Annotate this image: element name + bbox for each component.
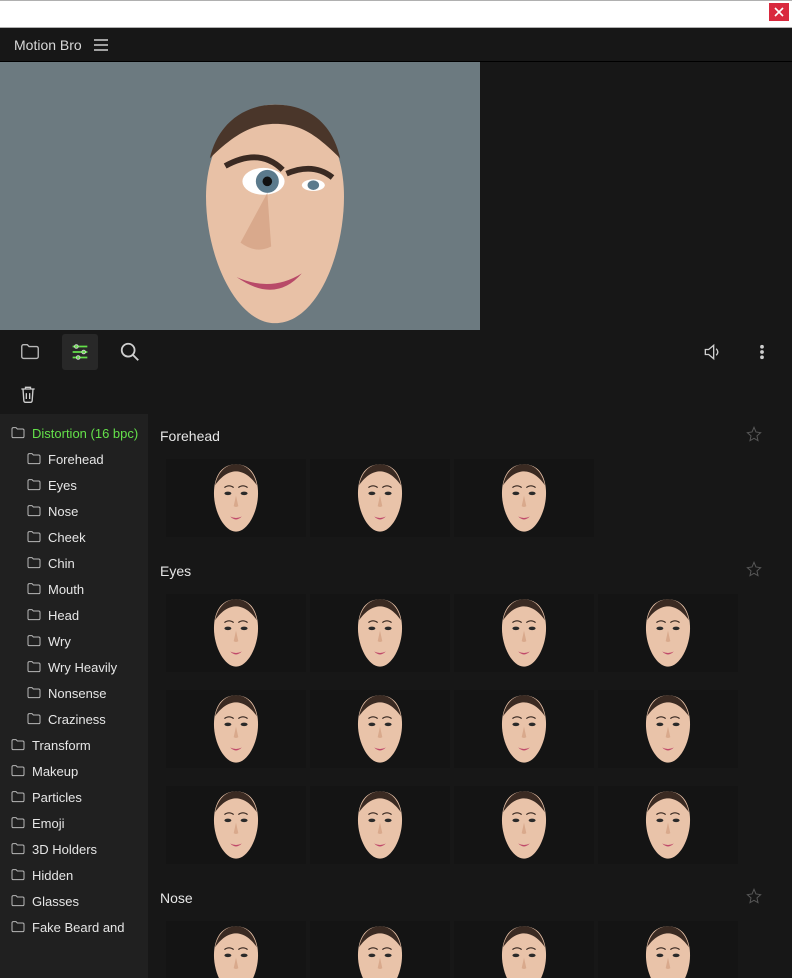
sidebar-item-label: Chin [48,556,75,571]
sidebar-sub-wry-heavily[interactable]: Wry Heavily [0,654,148,680]
preset-thumb[interactable] [598,690,738,768]
more-button[interactable] [744,334,780,370]
filters-button[interactable] [62,334,98,370]
preset-thumb[interactable] [166,594,306,672]
section-eyes: Eyes [148,553,774,870]
preview-face-image [160,97,390,327]
sidebar-item-label: Fake Beard and [32,920,125,935]
sidebar-sub-forehead[interactable]: Forehead [0,446,148,472]
preset-thumb[interactable] [598,594,738,672]
favorite-icon[interactable] [746,561,762,580]
trash-button[interactable] [14,380,42,408]
preset-thumb[interactable] [598,921,738,978]
preset-thumb[interactable] [454,459,594,537]
preset-thumb[interactable] [454,594,594,672]
preset-thumb[interactable] [166,786,306,864]
preset-thumb[interactable] [454,921,594,978]
section-header: Nose [148,880,774,915]
content-area: Forehead Eyes Nose [148,414,792,978]
sidebar-item-label: Nonsense [48,686,107,701]
preset-thumb[interactable] [310,459,450,537]
sidebar-sub-eyes[interactable]: Eyes [0,472,148,498]
section-title: Nose [160,890,746,906]
sidebar-sub-wry[interactable]: Wry [0,628,148,654]
sidebar-item-label: Makeup [32,764,78,779]
sidebar-pack-hidden[interactable]: Hidden [0,862,148,888]
sidebar-pack-fake-beard-and[interactable]: Fake Beard and [0,914,148,940]
sidebar-sub-chin[interactable]: Chin [0,550,148,576]
preview-area [0,62,480,330]
preset-thumb[interactable] [166,459,306,537]
section-nose: Nose [148,880,774,978]
window-chrome [0,0,792,28]
sidebar-sub-nose[interactable]: Nose [0,498,148,524]
sidebar-item-label: Cheek [48,530,86,545]
preset-thumb[interactable] [166,690,306,768]
preset-thumb[interactable] [454,786,594,864]
close-button[interactable] [769,3,789,21]
section-title: Eyes [160,563,746,579]
sidebar-sub-mouth[interactable]: Mouth [0,576,148,602]
sidebar-pack-makeup[interactable]: Makeup [0,758,148,784]
search-button[interactable] [112,334,148,370]
browse-button[interactable] [12,334,48,370]
sidebar-sub-nonsense[interactable]: Nonsense [0,680,148,706]
sidebar-item-label: Wry [48,634,71,649]
section-title: Forehead [160,428,746,444]
sidebar-item-label: 3D Holders [32,842,97,857]
sound-button[interactable] [694,334,730,370]
sidebar-item-label: Hidden [32,868,73,883]
panel-header: Motion Bro [0,28,792,62]
sidebar-pack-emoji[interactable]: Emoji [0,810,148,836]
sidebar-pack-transform[interactable]: Transform [0,732,148,758]
section-header: Eyes [148,553,774,588]
preset-thumb[interactable] [310,921,450,978]
sidebar-item-label: Transform [32,738,91,753]
sidebar-item-label: Mouth [48,582,84,597]
sidebar-item-label: Eyes [48,478,77,493]
preset-thumb[interactable] [310,690,450,768]
sidebar-item-label: Emoji [32,816,65,831]
sidebar-item-label: Head [48,608,79,623]
panel-menu-icon[interactable] [94,39,108,51]
sidebar-root-distortion[interactable]: Distortion (16 bpc) [0,420,148,446]
toolbar [0,330,792,374]
preset-thumb[interactable] [310,594,450,672]
sidebar: Distortion (16 bpc) Forehead Eyes Nose Cheek… [0,414,148,978]
sidebar-item-label: Craziness [48,712,106,727]
sidebar-item-label: Particles [32,790,82,805]
sidebar-item-label: Glasses [32,894,79,909]
preset-thumb[interactable] [598,786,738,864]
favorite-icon[interactable] [746,888,762,907]
sidebar-item-label: Nose [48,504,78,519]
sidebar-item-label: Forehead [48,452,104,467]
favorite-icon[interactable] [746,426,762,445]
sidebar-sub-head[interactable]: Head [0,602,148,628]
sidebar-item-label: Wry Heavily [48,660,117,675]
panel-title: Motion Bro [14,37,82,53]
sidebar-pack-glasses[interactable]: Glasses [0,888,148,914]
sidebar-pack-3d-holders[interactable]: 3D Holders [0,836,148,862]
sidebar-pack-particles[interactable]: Particles [0,784,148,810]
section-header: Forehead [148,418,774,453]
preset-thumb[interactable] [166,921,306,978]
sidebar-sub-craziness[interactable]: Craziness [0,706,148,732]
preset-thumb[interactable] [454,690,594,768]
sidebar-sub-cheek[interactable]: Cheek [0,524,148,550]
preset-thumb[interactable] [310,786,450,864]
section-forehead: Forehead [148,418,774,543]
